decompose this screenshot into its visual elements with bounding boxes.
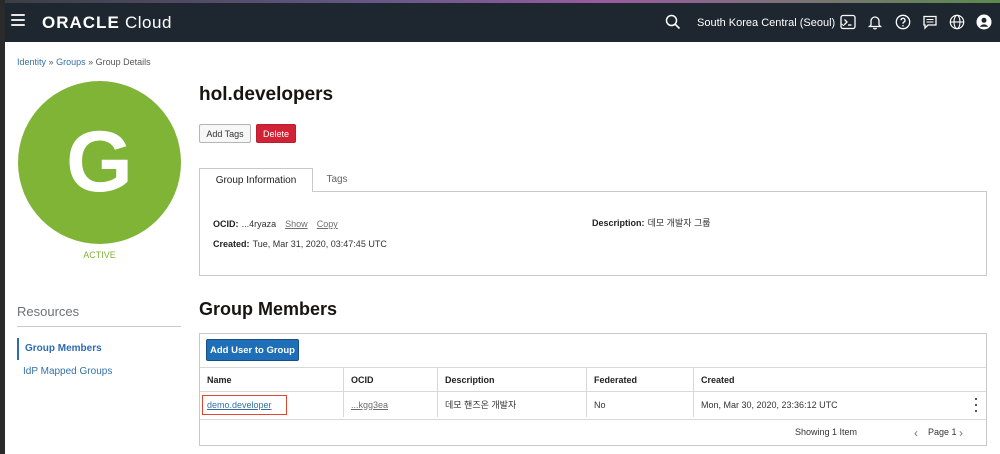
resources-divider: [17, 326, 181, 327]
description-value: 데모 개발자 그룹: [647, 218, 711, 228]
cloud-shell-icon[interactable]: [840, 14, 856, 30]
created-row: Created: Tue, Mar 31, 2020, 03:47:45 UTC: [213, 238, 387, 250]
member-ocid-cell: ...kgg3ea: [344, 392, 438, 417]
resources-title: Resources: [17, 304, 80, 319]
column-header-created[interactable]: Created: [694, 368, 986, 391]
delete-button[interactable]: Delete: [256, 124, 296, 143]
table-pager: Showing 1 Item ‹ Page 1 ›: [686, 426, 986, 445]
breadcrumb-groups[interactable]: Groups: [56, 57, 86, 67]
table-footer-divider: [200, 419, 986, 420]
description-row: Description: 데모 개발자 그룹: [592, 216, 711, 229]
row-actions-kebab-icon[interactable]: [972, 398, 980, 412]
member-description-cell: 데모 핸즈온 개발자: [438, 392, 587, 417]
top-navigation-bar: ORACLE Cloud South Korea Central (Seoul)…: [5, 0, 1000, 42]
help-icon[interactable]: [895, 14, 911, 30]
breadcrumb-separator: »: [48, 57, 54, 67]
member-federated-cell: No: [587, 392, 694, 417]
add-tags-button[interactable]: Add Tags: [199, 124, 251, 143]
ocid-label: OCID:: [213, 219, 239, 229]
chat-icon[interactable]: [922, 14, 938, 30]
ocid-show-link[interactable]: Show: [285, 219, 308, 229]
bell-icon[interactable]: [867, 14, 883, 30]
description-label: Description:: [592, 218, 645, 228]
region-label: South Korea Central (Seoul): [697, 17, 836, 29]
table-row: demo.developer ...kgg3ea 데모 핸즈온 개발자 No M…: [200, 391, 986, 417]
ocid-value: ...4ryaza: [241, 219, 277, 229]
breadcrumb: Identity » Groups » Group Details: [17, 57, 151, 67]
search-icon[interactable]: [665, 14, 681, 30]
region-selector[interactable]: South Korea Central (Seoul) ⌄: [697, 17, 848, 29]
details-tabs: Group Information Tags: [199, 168, 987, 192]
user-icon[interactable]: [976, 14, 992, 30]
resource-item-idp-mapped-groups[interactable]: IdP Mapped Groups: [17, 366, 112, 377]
globe-icon[interactable]: [949, 14, 965, 30]
resource-item-group-members[interactable]: Group Members: [17, 338, 102, 360]
previous-page-icon[interactable]: ‹: [914, 426, 918, 440]
left-edge: [0, 0, 5, 454]
created-value: Tue, Mar 31, 2020, 03:47:45 UTC: [252, 239, 387, 249]
status-badge: ACTIVE: [83, 250, 116, 260]
showing-count: Showing 1 Item: [795, 427, 858, 437]
avatar-letter: G: [66, 114, 133, 210]
highlight-annotation: [202, 395, 287, 415]
column-header-description[interactable]: Description: [438, 368, 587, 391]
page-indicator: Page 1: [928, 427, 957, 437]
oracle-cloud-logo[interactable]: ORACLE Cloud: [42, 13, 172, 33]
group-members-title: Group Members: [199, 299, 338, 319]
topbar-accent-line: [5, 0, 1000, 3]
page-title: hol.developers: [199, 84, 334, 105]
column-header-name[interactable]: Name: [200, 368, 344, 391]
tab-group-information[interactable]: Group Information: [199, 168, 313, 192]
breadcrumb-identity[interactable]: Identity: [17, 57, 46, 67]
table-header: Name OCID Description Federated Created: [200, 367, 986, 391]
ocid-copy-link[interactable]: Copy: [317, 219, 338, 229]
tab-tags[interactable]: Tags: [313, 168, 361, 192]
member-name-cell: demo.developer: [200, 392, 344, 417]
member-ocid-link[interactable]: ...kgg3ea: [351, 400, 388, 410]
members-table: Name OCID Description Federated Created …: [200, 367, 986, 417]
add-user-to-group-button[interactable]: Add User to Group: [206, 339, 299, 361]
group-information-panel: OCID: ...4ryaza Show Copy Created: Tue, …: [199, 191, 987, 276]
column-header-ocid[interactable]: OCID: [344, 368, 438, 391]
column-header-federated[interactable]: Federated: [587, 368, 694, 391]
menu-icon[interactable]: [11, 14, 25, 26]
member-created-cell: Mon, Mar 30, 2020, 23:36:12 UTC: [694, 392, 986, 417]
breadcrumb-current: Group Details: [95, 57, 151, 67]
group-members-panel: Add User to Group Name OCID Description …: [199, 333, 987, 446]
ocid-row: OCID: ...4ryaza Show Copy: [213, 218, 338, 230]
group-avatar: G: [18, 81, 181, 244]
breadcrumb-separator: »: [88, 57, 94, 67]
member-created-value: Mon, Mar 30, 2020, 23:36:12 UTC: [701, 399, 838, 410]
next-page-icon[interactable]: ›: [959, 426, 963, 440]
created-label: Created:: [213, 239, 250, 249]
